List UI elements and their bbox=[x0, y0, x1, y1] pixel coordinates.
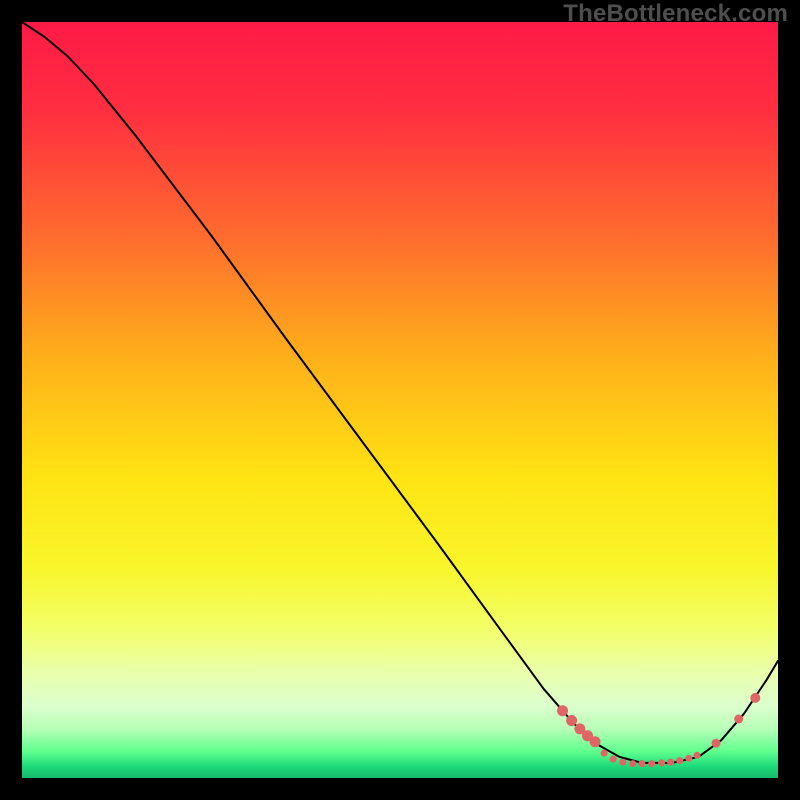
marker-dot bbox=[648, 760, 655, 767]
marker-dot bbox=[750, 693, 760, 703]
marker-dot bbox=[685, 755, 692, 762]
marker-dot bbox=[734, 715, 743, 724]
marker-dot bbox=[694, 752, 701, 759]
marker-dot bbox=[610, 756, 617, 763]
chart-frame: TheBottleneck.com bbox=[0, 0, 800, 800]
chart-plot-area bbox=[22, 22, 778, 778]
marker-dot bbox=[629, 760, 636, 767]
marker-dot bbox=[676, 757, 683, 764]
chart-svg bbox=[22, 22, 778, 778]
marker-dot bbox=[667, 759, 674, 766]
marker-dot bbox=[566, 715, 577, 726]
marker-dot bbox=[557, 705, 568, 716]
marker-dot bbox=[638, 760, 645, 767]
marker-dot bbox=[590, 736, 601, 747]
marker-dot bbox=[620, 759, 627, 766]
marker-dot bbox=[601, 750, 608, 757]
marker-dot bbox=[712, 739, 721, 748]
marker-dot bbox=[658, 759, 665, 766]
